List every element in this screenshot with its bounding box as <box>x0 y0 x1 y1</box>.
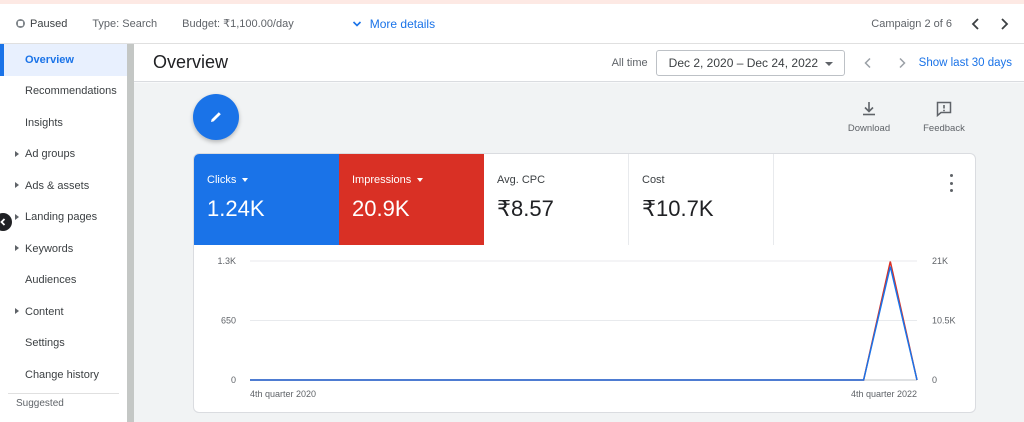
sidebar-item-label: Settings <box>25 337 65 350</box>
previous-range-button[interactable] <box>851 49 885 77</box>
sidebar-item-label: Change history <box>25 368 99 381</box>
y-tick-label-left: 650 <box>221 316 236 326</box>
more-vert-icon <box>949 189 953 192</box>
sidebar-item-label: Ad groups <box>25 148 76 161</box>
chevron-left-icon <box>864 57 871 68</box>
metric-label-text: Avg. CPC <box>497 174 546 186</box>
previous-campaign-button[interactable] <box>962 10 990 38</box>
metric-impressions[interactable]: Impressions 20.9K <box>339 154 484 245</box>
sidebar-item-label: Insights <box>25 116 63 129</box>
metric-label: Impressions <box>352 174 484 186</box>
date-range-label: All time <box>611 56 648 69</box>
performance-card: Clicks 1.24K Impressions 20.9K Avg. CPC … <box>193 153 976 413</box>
sidebar-item-overview[interactable]: Overview <box>0 44 127 76</box>
next-range-button[interactable] <box>885 49 919 77</box>
expand-arrow-icon <box>15 150 19 157</box>
sidebar-item-label: Recommendations <box>25 85 117 98</box>
expand-arrow-icon <box>15 182 19 188</box>
edit-button[interactable] <box>193 94 239 140</box>
caret-down-icon <box>417 178 424 182</box>
more-details-label: More details <box>369 16 436 31</box>
metric-label: Avg. CPC <box>497 174 628 186</box>
y-tick-label-right: 0 <box>932 375 937 385</box>
status-label: Paused <box>30 17 68 30</box>
close-icon <box>0 218 6 226</box>
sidebar-item-label: Landing pages <box>25 211 98 224</box>
sidebar-nav: Overview Recommendations Insights Ad groups… <box>0 44 128 422</box>
sidebar-item-label: Overview <box>25 53 74 66</box>
sidebar-item-audiences[interactable]: Audiences <box>0 265 127 297</box>
sidebar-item-ad-groups[interactable]: Ad groups <box>0 139 127 171</box>
metric-clicks[interactable]: Clicks 1.24K <box>194 154 339 245</box>
paused-icon <box>16 19 25 28</box>
expand-arrow-icon <box>15 308 19 314</box>
y-tick-label-left: 0 <box>231 375 236 385</box>
download-label: Download <box>847 123 891 134</box>
performance-chart: 1.3K 21K 650 10.5K 0 0 4th quarter 2020 4th qua… <box>217 256 956 399</box>
chevron-right-icon <box>1001 17 1009 30</box>
metric-value: 1.24K <box>207 196 265 221</box>
campaign-budget: Budget: ₹1,100.00/day <box>182 18 294 30</box>
caret-down-icon <box>242 178 249 182</box>
download-button[interactable]: Download <box>845 100 893 134</box>
sidebar-item-landing-pages[interactable]: Landing pages <box>0 202 127 234</box>
sidebar-item-ads-assets[interactable]: Ads & assets <box>0 170 127 202</box>
chevron-left-icon <box>971 17 979 30</box>
metric-avg-cpc[interactable]: Avg. CPC ₹8.57 <box>484 154 629 245</box>
show-last-30-days-link[interactable]: Show last 30 days <box>919 57 1012 69</box>
sidebar-item-label: Ads & assets <box>25 179 90 192</box>
dropdown-arrow-icon <box>824 61 833 66</box>
y-tick-label-left: 1.3K <box>217 256 236 266</box>
y-tick-label-right: 10.5K <box>932 316 956 326</box>
more-vert-icon <box>949 174 953 177</box>
date-range-value: Dec 2, 2020 – Dec 24, 2022 <box>668 55 819 70</box>
x-tick-label: 4th quarter 2020 <box>250 389 316 399</box>
campaign-counter: Campaign 2 of 6 <box>871 17 952 30</box>
pencil-icon <box>211 112 221 122</box>
more-vert-icon <box>949 181 953 185</box>
sidebar-scrollbar[interactable] <box>127 44 134 422</box>
metric-value: 20.9K <box>352 196 410 221</box>
sidebar-item-recommendations[interactable]: Recommendations <box>0 76 127 108</box>
sidebar-item-insights[interactable]: Insights <box>0 107 127 139</box>
sidebar-suggested-heading: Suggested <box>16 397 64 409</box>
sidebar-item-label: Keywords <box>25 242 74 255</box>
sidebar-item-change-history[interactable]: Change history <box>0 359 127 391</box>
metric-label: Clicks <box>207 174 339 186</box>
date-range-picker[interactable]: Dec 2, 2020 – Dec 24, 2022 <box>655 49 845 76</box>
campaign-info-bar: Paused Type: Search Budget: ₹1,100.00/da… <box>0 4 1024 44</box>
feedback-button[interactable]: Feedback <box>920 100 968 134</box>
metric-label-text: Impressions <box>352 174 412 186</box>
expand-arrow-icon <box>15 213 19 220</box>
y-tick-label-right: 21K <box>932 256 948 266</box>
campaign-status: Paused <box>16 18 67 30</box>
metric-label-text: Clicks <box>207 174 237 186</box>
sidebar-item-label: Content <box>25 305 64 318</box>
sidebar-item-keywords[interactable]: Keywords <box>0 233 127 265</box>
chevron-down-icon <box>352 20 361 27</box>
metric-cost[interactable]: Cost ₹10.7K <box>629 154 774 245</box>
expand-arrow-icon <box>15 245 19 251</box>
metric-label: Cost <box>642 174 773 186</box>
page-title: Overview <box>153 52 229 72</box>
more-details-button[interactable]: More details <box>352 17 435 31</box>
page-header: Overview All time Dec 2, 2020 – Dec 24, … <box>134 44 1024 82</box>
chevron-right-icon <box>899 57 906 68</box>
sidebar-item-label: Audiences <box>25 274 77 287</box>
sidebar-items: Overview Recommendations Insights Ad groups… <box>0 44 127 391</box>
series-line-clicks <box>250 266 918 381</box>
metric-value: ₹8.57 <box>497 196 554 221</box>
campaign-type: Type: Search <box>92 17 158 30</box>
feedback-label: Feedback <box>923 123 965 134</box>
metric-scorecards: Clicks 1.24K Impressions 20.9K Avg. CPC … <box>194 154 774 245</box>
metric-value: ₹10.7K <box>642 196 714 221</box>
download-icon <box>863 102 875 116</box>
x-tick-label: 4th quarter 2022 <box>851 389 917 399</box>
more-options-button[interactable] <box>945 174 957 192</box>
next-campaign-button[interactable] <box>990 10 1018 38</box>
metric-label-text: Cost <box>642 174 665 186</box>
sidebar-item-content[interactable]: Content <box>0 296 127 328</box>
sidebar-item-settings[interactable]: Settings <box>0 328 127 360</box>
feedback-icon <box>936 101 952 118</box>
